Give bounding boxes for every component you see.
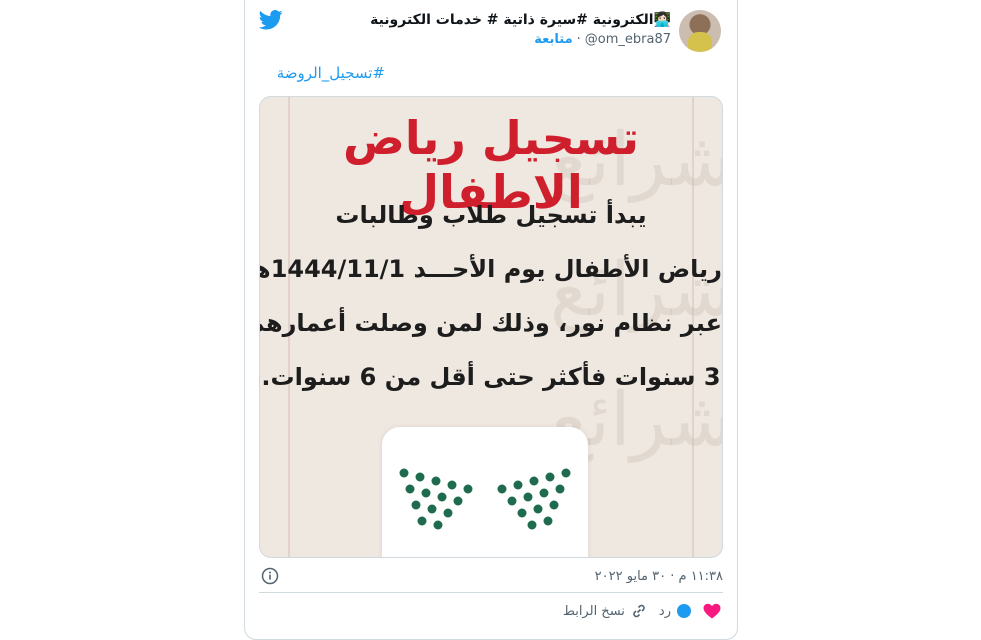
user-handle[interactable]: @om_ebra87 bbox=[585, 32, 671, 47]
hashtag-link[interactable]: #تسجيل_الروضة bbox=[277, 64, 385, 82]
display-name[interactable]: 👩🏻‍💻الكترونية #سيرة ذاتية # خدمات الكترو… bbox=[370, 12, 671, 28]
ministry-logo-dots bbox=[399, 468, 571, 530]
image-text-line: عبر نظام نور، وذلك لمن وصلت أعمارهم bbox=[259, 309, 722, 337]
meta-separator: · bbox=[576, 32, 581, 47]
tweet-actions: رد نسخ الرابط bbox=[563, 603, 721, 619]
image-text-line: 3 سنوات فأكثر حتى أقل من 6 سنوات. bbox=[261, 363, 721, 391]
tweet-image[interactable]: بناء الشرائع بناء الشرائع بناء الشرائع ت… bbox=[259, 96, 723, 558]
image-text-line: رياض الأطفال يوم الأحـــد 1444/11/1هـ bbox=[260, 255, 722, 283]
reply-button[interactable]: رد bbox=[659, 604, 691, 619]
image-text-line: يبدأ تسجيل طلاب وطالبات bbox=[335, 201, 647, 229]
tweet-timestamp[interactable]: ١١:٣٨ م · ٣٠ مايو ٢٠٢٢ bbox=[595, 569, 723, 584]
info-icon[interactable] bbox=[261, 567, 279, 585]
avatar[interactable] bbox=[679, 10, 721, 52]
link-icon bbox=[633, 604, 645, 618]
copy-link-button[interactable]: نسخ الرابط bbox=[563, 603, 647, 619]
divider bbox=[259, 592, 723, 593]
copy-link-label: نسخ الرابط bbox=[562, 603, 625, 619]
tweet-card: 👩🏻‍💻الكترونية #سيرة ذاتية # خدمات الكترو… bbox=[244, 0, 738, 640]
reply-bubble-icon bbox=[677, 604, 691, 618]
reply-label: رد bbox=[658, 603, 671, 619]
author-meta: متابعة · @om_ebra87 bbox=[534, 32, 671, 47]
heart-icon bbox=[703, 603, 721, 619]
tweet-time-row: ١١:٣٨ م · ٣٠ مايو ٢٠٢٢ bbox=[261, 566, 723, 586]
ministry-logo bbox=[382, 427, 588, 557]
like-button[interactable] bbox=[703, 603, 721, 619]
follow-button[interactable]: متابعة bbox=[534, 32, 572, 47]
twitter-bird-icon[interactable] bbox=[259, 10, 283, 30]
